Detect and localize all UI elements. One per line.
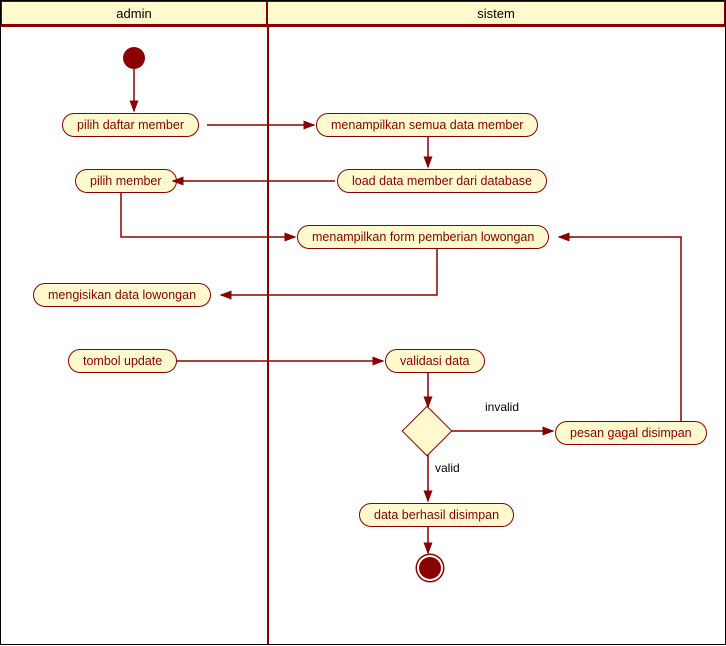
guard-invalid: invalid (485, 400, 519, 414)
swimlane-header-admin: admin (1, 1, 267, 25)
activity-mengisikan-data: mengisikan data lowongan (33, 283, 211, 307)
start-node (123, 47, 145, 69)
activity-load-data: load data member dari database (337, 169, 547, 193)
activity-tombol-update: tombol update (68, 349, 177, 373)
swimlane-header-sistem: sistem (267, 1, 725, 25)
activity-menampilkan-data: menampilkan semua data member (316, 113, 538, 137)
edges (1, 1, 726, 646)
lane-divider (267, 27, 269, 644)
activity-menampilkan-form: menampilkan form pemberian lowongan (297, 225, 549, 249)
decision-node (402, 406, 453, 457)
swimlane-headers: admin sistem (1, 1, 725, 27)
activity-data-berhasil: data berhasil disimpan (359, 503, 514, 527)
guard-valid: valid (435, 461, 460, 475)
activity-validasi-data: validasi data (385, 349, 485, 373)
activity-pesan-gagal: pesan gagal disimpan (555, 421, 707, 445)
activity-diagram: admin sistem pilih daftar member menampi… (0, 0, 726, 645)
end-node (419, 557, 441, 579)
activity-pilih-member: pilih member (75, 169, 177, 193)
activity-pilih-daftar-member: pilih daftar member (62, 113, 199, 137)
